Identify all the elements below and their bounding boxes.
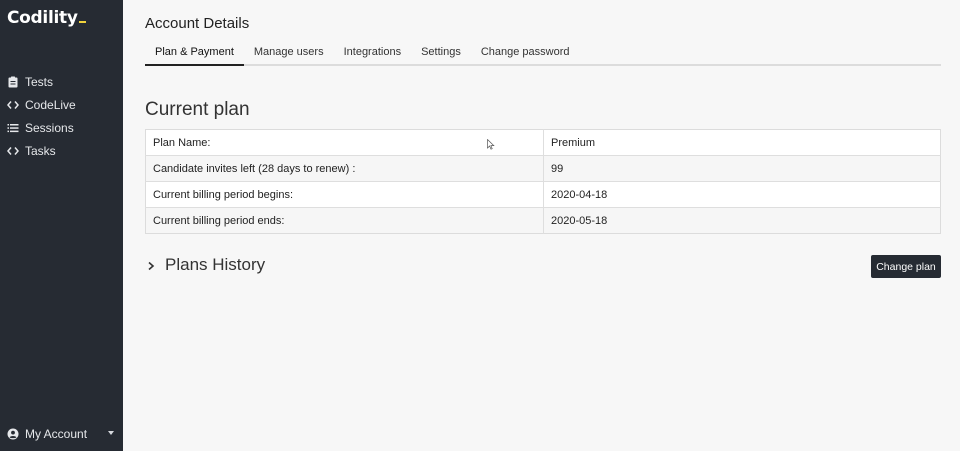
candidate-invites-label: Candidate invites left (28 days to renew… bbox=[145, 155, 544, 182]
sidebar-item-label: Tasks bbox=[25, 143, 56, 158]
tab-plan-payment[interactable]: Plan & Payment bbox=[145, 42, 244, 66]
sidebar-item-tests[interactable]: Tests bbox=[0, 70, 123, 93]
table-row: Current billing period ends: 2020-05-18 bbox=[145, 207, 941, 234]
sidebar-nav: Tests CodeLive Sessions Tasks bbox=[0, 70, 123, 162]
user-circle-icon bbox=[7, 428, 19, 440]
clipboard-icon bbox=[7, 76, 19, 88]
sidebar-item-codelive[interactable]: CodeLive bbox=[0, 93, 123, 116]
plan-name-label: Plan Name: bbox=[145, 129, 544, 156]
page-title: Account Details bbox=[145, 15, 250, 32]
billing-ends-value: 2020-05-18 bbox=[543, 207, 941, 234]
caret-down-icon bbox=[108, 431, 114, 435]
codility-logo[interactable]: Codility bbox=[7, 8, 86, 28]
plans-history-label: Plans History bbox=[165, 255, 266, 274]
sidebar-item-sessions[interactable]: Sessions bbox=[0, 116, 123, 139]
code-brackets-icon bbox=[7, 145, 19, 157]
sidebar-item-label: Tests bbox=[25, 74, 54, 89]
plans-history-toggle[interactable]: Plans History bbox=[145, 255, 265, 275]
tab-settings[interactable]: Settings bbox=[411, 42, 471, 66]
sidebar: Codility Tests CodeLive Sessions Tasks M… bbox=[0, 0, 123, 451]
tab-manage-users[interactable]: Manage users bbox=[244, 42, 334, 66]
my-account-label: My Account bbox=[25, 427, 88, 441]
billing-ends-label: Current billing period ends: bbox=[145, 207, 544, 234]
current-plan-table: Plan Name: Premium Candidate invites lef… bbox=[145, 129, 941, 234]
table-row: Candidate invites left (28 days to renew… bbox=[145, 155, 941, 182]
billing-begins-value: 2020-04-18 bbox=[543, 181, 941, 208]
list-icon bbox=[7, 122, 19, 134]
logo-text: Codility bbox=[7, 8, 78, 28]
mouse-pointer-icon bbox=[487, 137, 495, 150]
sidebar-item-tasks[interactable]: Tasks bbox=[0, 139, 123, 162]
logo-underscore bbox=[78, 21, 86, 23]
plan-name-value: Premium bbox=[543, 129, 941, 156]
current-plan-heading: Current plan bbox=[145, 99, 250, 120]
table-row: Current billing period begins: 2020-04-1… bbox=[145, 181, 941, 208]
sidebar-item-label: CodeLive bbox=[25, 97, 76, 112]
code-brackets-icon bbox=[7, 99, 19, 111]
table-row: Plan Name: Premium bbox=[145, 129, 941, 156]
main-content: Account Details Plan & Payment Manage us… bbox=[123, 0, 960, 451]
billing-begins-label: Current billing period begins: bbox=[145, 181, 544, 208]
tab-integrations[interactable]: Integrations bbox=[334, 42, 411, 66]
account-tabs: Plan & Payment Manage users Integrations… bbox=[145, 42, 941, 66]
sidebar-item-label: Sessions bbox=[25, 120, 74, 135]
change-plan-button[interactable]: Change plan bbox=[871, 255, 941, 278]
tab-change-password[interactable]: Change password bbox=[471, 42, 580, 66]
chevron-right-icon bbox=[145, 259, 157, 271]
candidate-invites-value: 99 bbox=[543, 155, 941, 182]
my-account-menu[interactable]: My Account bbox=[0, 427, 123, 441]
